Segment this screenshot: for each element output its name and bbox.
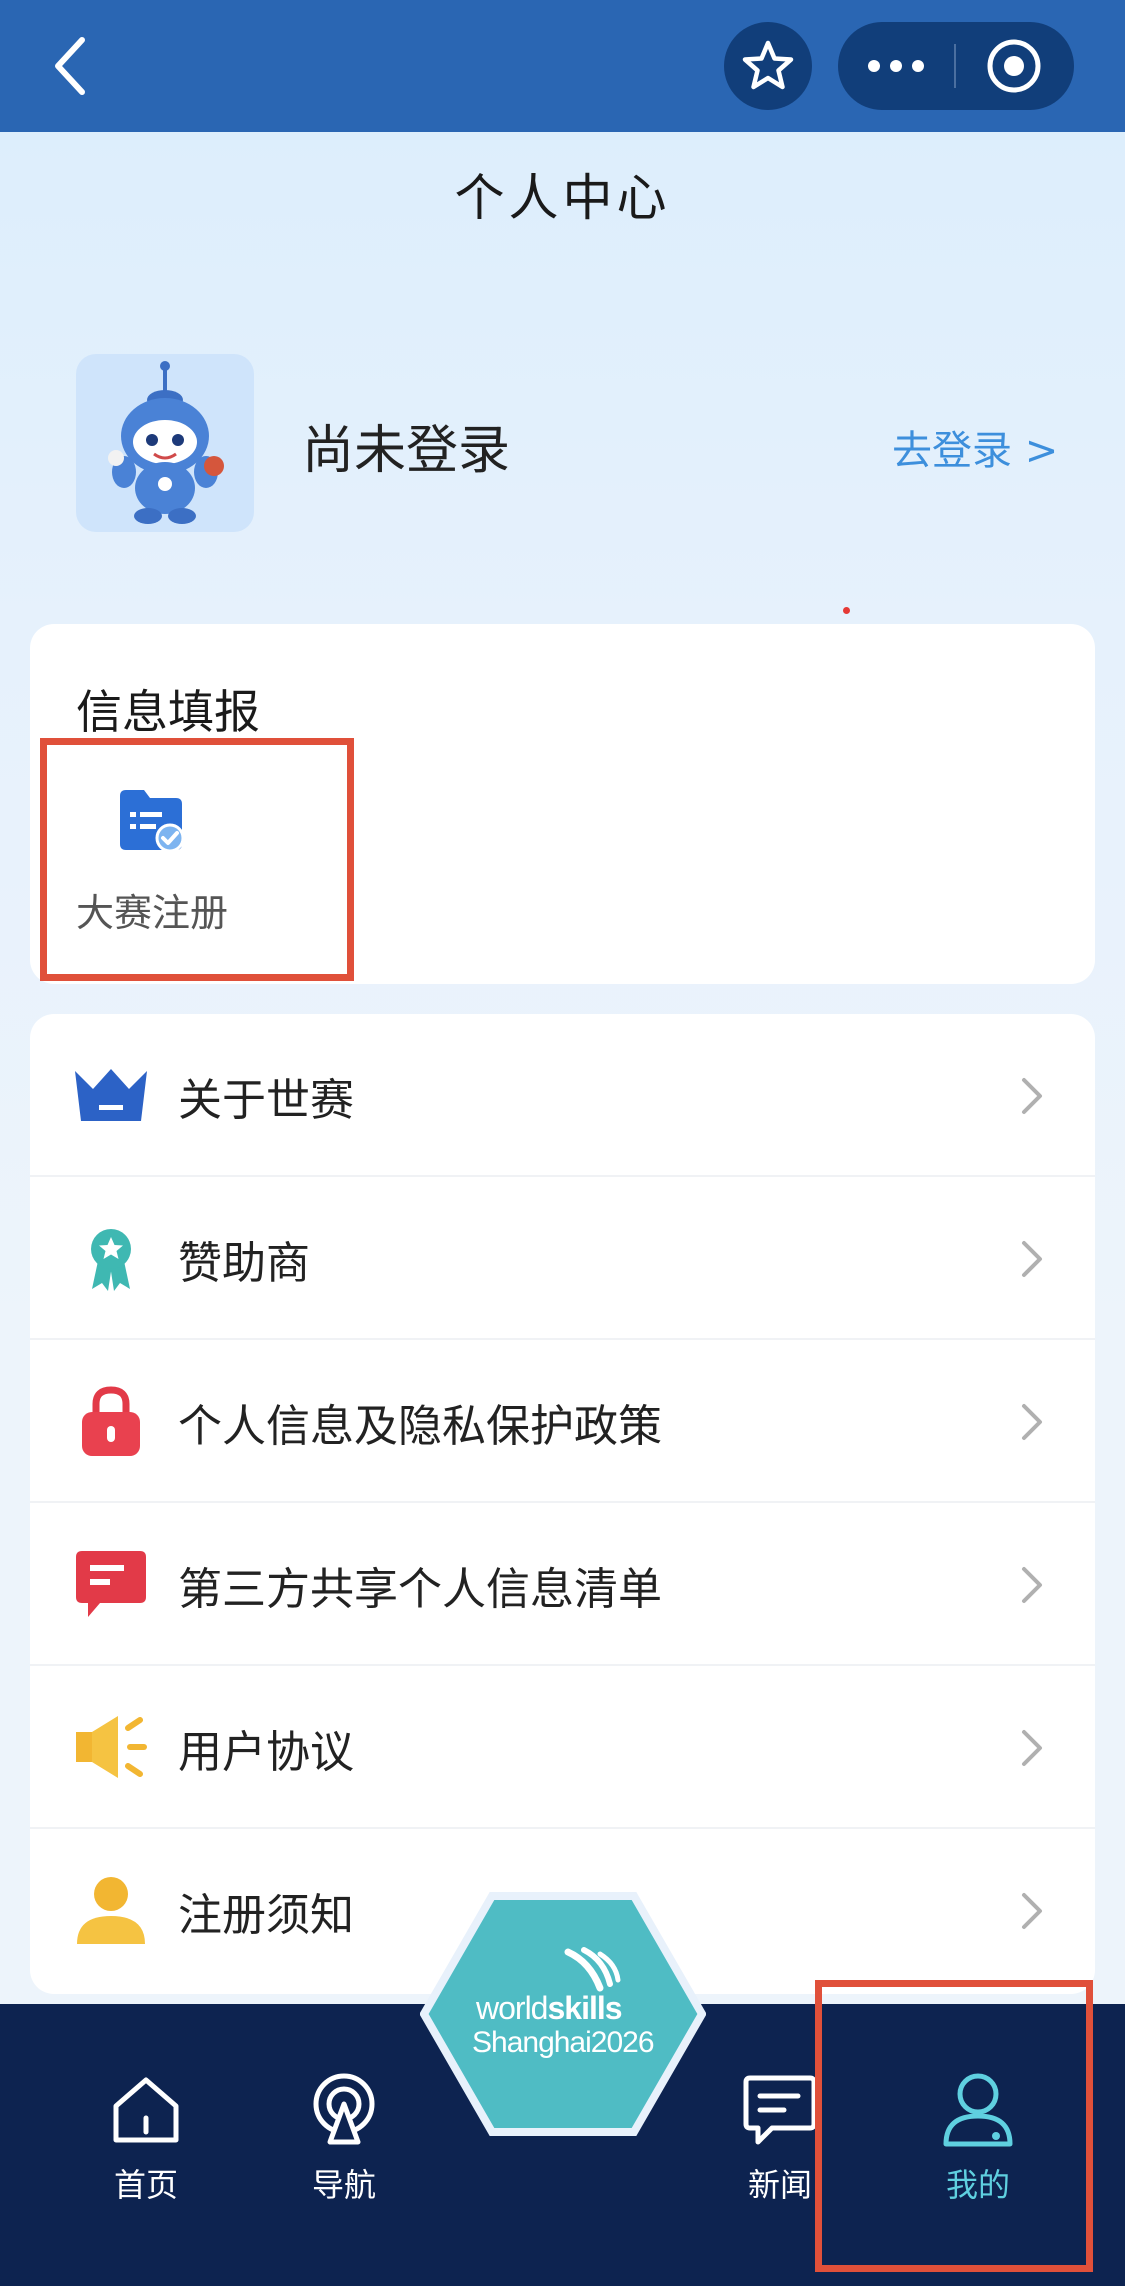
home-icon [106, 2070, 186, 2150]
highlight-box-mine-tab [815, 1980, 1093, 2272]
menu-item-privacy-policy[interactable]: 个人信息及隐私保护政策 [30, 1340, 1095, 1503]
highlight-box-registration [40, 738, 354, 981]
back-button[interactable] [40, 28, 100, 104]
chevron-right-icon [1022, 1078, 1042, 1114]
chevron-right-icon [1022, 1404, 1042, 1440]
lock-icon [72, 1382, 150, 1460]
menu-label: 第三方共享个人信息清单 [178, 1564, 662, 1615]
menu-label: 赞助商 [178, 1238, 310, 1289]
target-circle-icon [987, 39, 1041, 93]
mini-program-capsule [838, 22, 1074, 110]
login-link[interactable]: 去登录 > [892, 418, 1058, 476]
award-ribbon-icon [72, 1219, 150, 1297]
close-mini-program-button[interactable] [956, 22, 1072, 110]
logo-text-line2: Shanghai2026 [472, 2026, 655, 2059]
menu-label: 个人信息及隐私保护政策 [178, 1401, 662, 1452]
menu-item-sponsors[interactable]: 赞助商 [30, 1177, 1095, 1340]
menu-item-third-party-list[interactable]: 第三方共享个人信息清单 [30, 1503, 1095, 1666]
message-list-icon [72, 1545, 150, 1623]
menu-label: 关于世赛 [178, 1075, 354, 1126]
tab-label: 首页 [113, 2166, 178, 2204]
page-title: 个人中心 [454, 169, 671, 227]
star-icon [742, 40, 794, 90]
menu-item-user-agreement[interactable]: 用户协议 [30, 1666, 1095, 1829]
crown-icon [72, 1056, 150, 1134]
chevron-left-icon [55, 37, 85, 95]
logo-text-line1: worldskills [476, 1990, 623, 2026]
menu-label: 用户协议 [178, 1727, 354, 1778]
tab-navigation[interactable]: 导航 [274, 2070, 414, 2220]
megaphone-icon [72, 1708, 150, 1786]
chevron-right-icon [1022, 1730, 1042, 1766]
person-icon [72, 1871, 150, 1949]
tab-home[interactable]: 首页 [76, 2070, 216, 2220]
favorite-button[interactable] [724, 22, 812, 110]
menu-label: 注册须知 [178, 1890, 354, 1941]
notification-dot [843, 607, 850, 614]
more-dots-icon [868, 60, 924, 72]
chevron-right-icon [1022, 1893, 1042, 1929]
top-nav-bar [0, 0, 1125, 132]
news-chat-icon [740, 2070, 820, 2150]
tab-label: 导航 [311, 2166, 376, 2204]
chevron-right-icon [1022, 1567, 1042, 1603]
avatar[interactable] [76, 354, 254, 532]
chevron-right-icon [1022, 1241, 1042, 1277]
navigation-pin-icon [304, 2070, 384, 2150]
mascot-avatar-icon [108, 361, 224, 524]
user-name: 尚未登录 [302, 421, 511, 481]
tab-label: 新闻 [747, 2166, 812, 2204]
more-button[interactable] [838, 22, 954, 110]
menu-item-about[interactable]: 关于世赛 [30, 1014, 1095, 1177]
info-card-title: 信息填报 [76, 685, 260, 739]
